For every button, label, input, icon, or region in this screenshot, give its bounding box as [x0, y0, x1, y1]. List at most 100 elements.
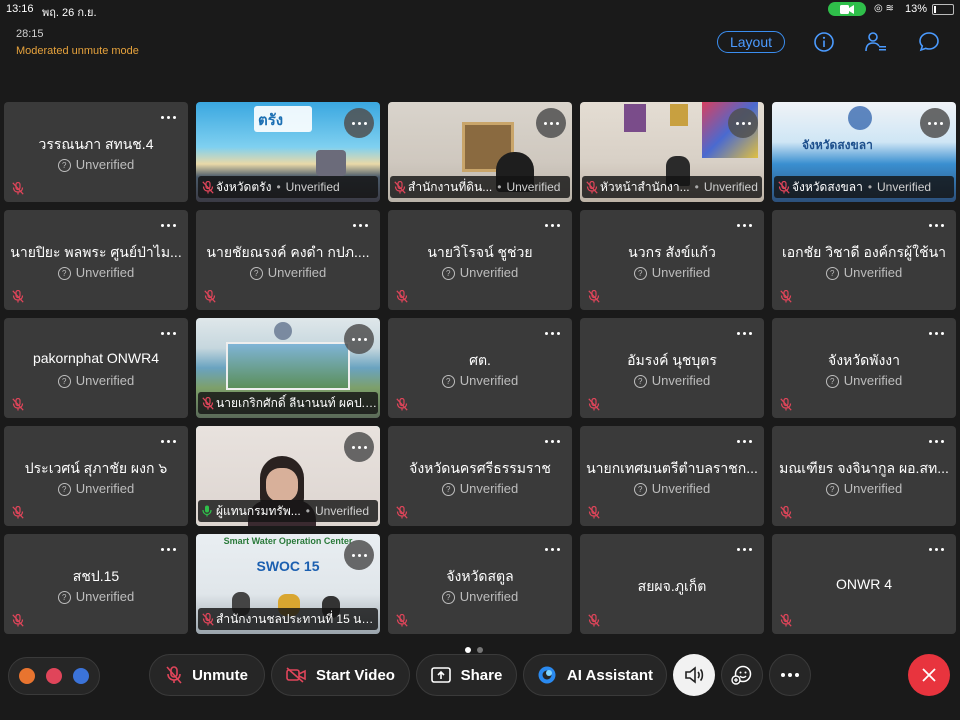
audio-speaker-button[interactable]	[673, 654, 715, 696]
tile-more-button[interactable]	[158, 434, 178, 448]
mic-muted-icon	[12, 181, 24, 195]
participant-label-bar: จังหวัดตรัง • Unverified	[198, 176, 378, 198]
participant-name: สำนักงานที่ดิน...	[408, 179, 493, 194]
verification-status: ? Unverified	[772, 481, 956, 496]
mic-muted-icon	[202, 612, 214, 626]
participant-tile[interactable]: อัมรงค์ นุชบุตร? Unverified	[580, 318, 764, 418]
verification-status: ? Unverified	[4, 265, 188, 280]
video-sign-text: จังหวัดสงขลา	[802, 138, 873, 152]
participant-tile[interactable]: จังหวัดสตูล? Unverified	[388, 534, 572, 634]
separator-dot: •	[694, 180, 699, 194]
tile-more-button[interactable]	[350, 218, 370, 232]
participant-name: อัมรงค์ นุชบุตร	[627, 352, 717, 368]
tile-more-button[interactable]	[542, 434, 562, 448]
participant-tile[interactable]: นายเกริกศักดิ์ ลีนานนท์ ผคป.ภูเก็ต	[196, 318, 380, 418]
mic-muted-icon	[12, 289, 24, 303]
participant-tile[interactable]: pakornphat ONWR4? Unverified	[4, 318, 188, 418]
participant-tile[interactable]: จังหวัดสงขลา จังหวัดสงขลา • Unverified	[772, 102, 956, 202]
share-label: Share	[460, 666, 503, 684]
mic-muted-icon	[12, 397, 24, 411]
participant-tile[interactable]: สยผจ.ภูเก็ต	[580, 534, 764, 634]
share-button[interactable]: Share	[416, 654, 517, 696]
participant-tile[interactable]: นายกเทศมนตรีตำบลราชก...? Unverified	[580, 426, 764, 526]
participant-tile[interactable]: หัวหน้าสำนักงา... • Unverified	[580, 102, 764, 202]
participant-tile[interactable]: ตรังจังหวัดตรัง • Unverified	[196, 102, 380, 202]
participant-tile[interactable]: สำนักงานที่ดิน... • Unverified	[388, 102, 572, 202]
participant-label-bar: สำนักงานชลประทานที่ 15 นครศรี...	[198, 608, 378, 630]
tile-more-button[interactable]	[158, 110, 178, 124]
chat-icon[interactable]	[918, 31, 940, 53]
participant-tile[interactable]: วรรณนภา สทนช.4? Unverified	[4, 102, 188, 202]
date: พฤ. 26 ก.ย.	[42, 7, 97, 19]
participant-name: เอกชัย วิชาดี องค์กรผู้ใช้นา	[781, 244, 947, 260]
tile-more-button[interactable]	[344, 432, 374, 462]
participant-tile[interactable]: มณเฑียร จงจินากูล ผอ.สท...? Unverified	[772, 426, 956, 526]
tile-more-button[interactable]	[542, 542, 562, 556]
unmute-button[interactable]: Unmute	[149, 654, 265, 696]
participant-tile[interactable]: เอกชัย วิชาดี องค์กรผู้ใช้นา ? Unverified	[772, 210, 956, 310]
participants-icon[interactable]	[864, 31, 886, 53]
participant-tile[interactable]: ประเวศน์ สุภาชัย ผงก ๖? Unverified	[4, 426, 188, 526]
tile-more-button[interactable]	[536, 108, 566, 138]
tile-more-button[interactable]	[734, 434, 754, 448]
participant-tile[interactable]: สชป.15? Unverified	[4, 534, 188, 634]
verification-status: Unverified	[877, 180, 932, 194]
participant-tile[interactable]: ศต.? Unverified	[388, 318, 572, 418]
participant-tile[interactable]: นวกร สังข์แก้ว ? Unverified	[580, 210, 764, 310]
meeting-toolbar: Unmute Start Video Share AI Assistant	[0, 654, 960, 698]
unmute-mode-label: Moderated unmute mode	[16, 45, 139, 57]
participant-name: นายเกริกศักดิ์ ลีนานนท์ ผคป.ภูเก็ต	[216, 395, 378, 410]
verification-status: ? Unverified	[772, 265, 956, 280]
tile-more-button[interactable]	[920, 108, 950, 138]
tile-more-button[interactable]	[926, 218, 946, 232]
video-sign-text: ตรัง	[258, 112, 284, 129]
mic-muted-icon	[202, 396, 214, 410]
tile-more-button[interactable]	[158, 326, 178, 340]
tile-more-button[interactable]	[158, 542, 178, 556]
tile-more-button[interactable]	[734, 542, 754, 556]
tile-more-button[interactable]	[344, 540, 374, 570]
verification-status: ? Unverified	[4, 589, 188, 604]
participant-name: ผู้แทนกรมทรัพ...	[216, 503, 301, 518]
start-video-button[interactable]: Start Video	[271, 654, 410, 696]
separator-dot: •	[867, 180, 873, 194]
tile-more-button[interactable]	[344, 108, 374, 138]
participant-name: นวกร สังข์แก้ว	[628, 244, 716, 260]
participant-name: ศต.	[469, 352, 491, 368]
mic-active-icon	[202, 505, 212, 517]
participant-tile[interactable]: ผู้แทนกรมทรัพ... • Unverified	[196, 426, 380, 526]
mic-muted-icon	[586, 180, 598, 194]
separator-dot: •	[305, 504, 310, 518]
mic-muted-icon	[780, 613, 792, 627]
tile-more-button[interactable]	[344, 324, 374, 354]
verification-status: ? Unverified	[580, 265, 764, 280]
more-options-button[interactable]	[769, 654, 811, 696]
participant-tile[interactable]: จังหวัดนครศรีธรรมราช? Unverified	[388, 426, 572, 526]
tile-more-button[interactable]	[926, 434, 946, 448]
participant-tile[interactable]: ONWR 4	[772, 534, 956, 634]
layout-button[interactable]: Layout	[717, 31, 785, 53]
mic-muted-icon	[588, 505, 600, 519]
participant-tile[interactable]: จังหวัดพังงา? Unverified	[772, 318, 956, 418]
tile-more-button[interactable]	[734, 218, 754, 232]
reactions-button[interactable]	[721, 654, 763, 696]
participant-tile[interactable]: นายปิยะ พลพระ ศูนย์ป่าไม...? Unverified	[4, 210, 188, 310]
leave-meeting-button[interactable]	[908, 654, 950, 696]
tile-more-button[interactable]	[926, 326, 946, 340]
tile-more-button[interactable]	[158, 218, 178, 232]
tile-more-button[interactable]	[542, 326, 562, 340]
participant-tile[interactable]: นายชัยณรงค์ คงดำ กปภ....? Unverified	[196, 210, 380, 310]
verification-status: Unverified	[703, 180, 758, 194]
participant-tile[interactable]: Smart Water Operation Center SWOC 15 สำนัก…	[196, 534, 380, 634]
tile-more-button[interactable]	[926, 542, 946, 556]
ai-assistant-button[interactable]: AI Assistant	[523, 654, 667, 696]
tile-more-button[interactable]	[542, 218, 562, 232]
participant-name: จังหวัดตรัง	[216, 179, 272, 194]
question-icon: ?	[441, 267, 455, 280]
tile-more-button[interactable]	[728, 108, 758, 138]
tile-more-button[interactable]	[734, 326, 754, 340]
participant-tile[interactable]: นายวิโรจน์ ชูช่วย? Unverified	[388, 210, 572, 310]
info-icon[interactable]	[813, 31, 835, 53]
verification-status: ? Unverified	[388, 589, 572, 604]
emoji-icon	[731, 665, 752, 685]
